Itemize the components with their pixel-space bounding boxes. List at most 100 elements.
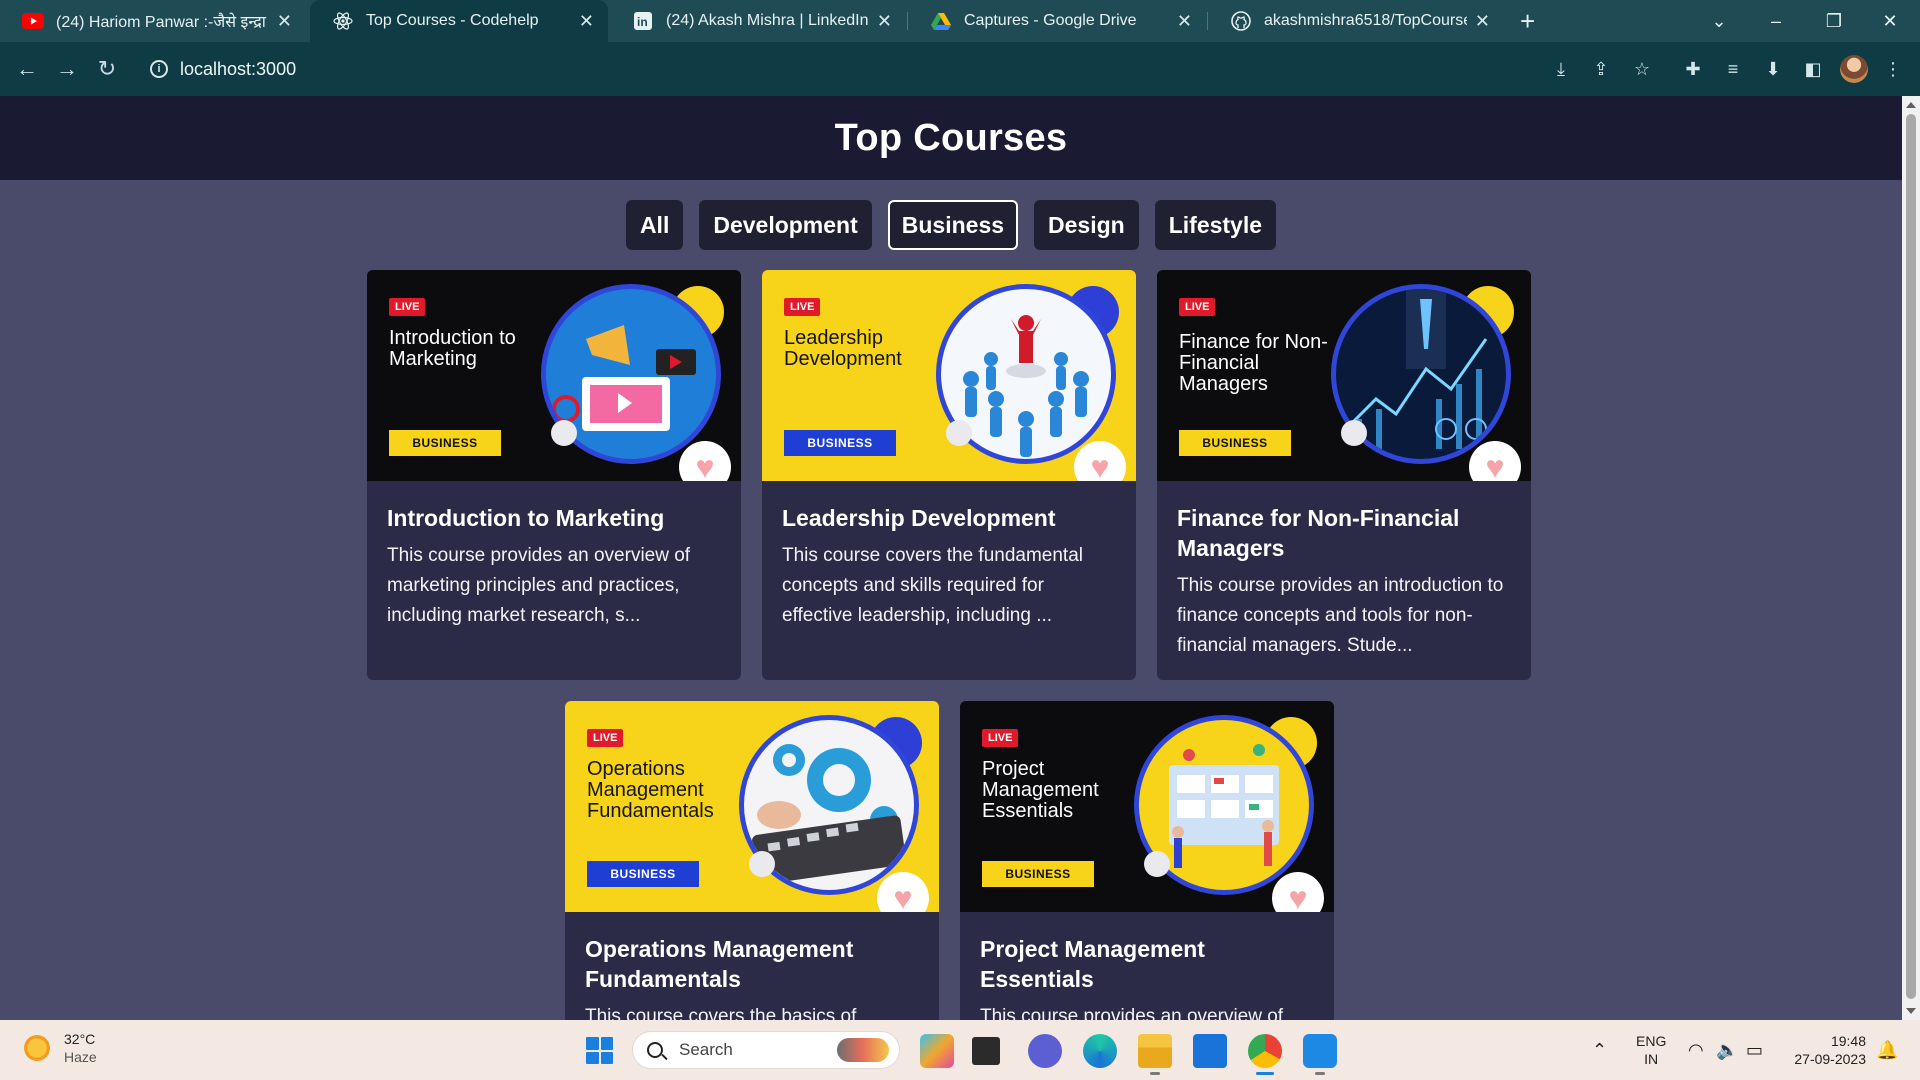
like-heart-button[interactable]: ♥ (679, 441, 731, 481)
course-thumbnail: LIVE Operations Management Fundamentals … (565, 701, 939, 912)
close-icon[interactable]: ✕ (579, 11, 594, 32)
forward-button[interactable]: → (50, 52, 84, 86)
card-body: Operations Management Fundamentals This … (565, 912, 939, 1020)
profile-avatar[interactable] (1840, 55, 1868, 83)
reading-list-icon[interactable]: ≡ (1718, 54, 1748, 84)
scrollbar-thumb[interactable] (1906, 114, 1916, 999)
tab-search-chevron-icon[interactable]: ⌄ (1695, 0, 1743, 42)
browser-toolbar: ← → ↻ i localhost:3000 ⤓ ⇪ ☆ ✚ ≡ ⬇ ◧ ⋮ (0, 42, 1920, 96)
search-icon (647, 1042, 663, 1058)
task-view-icon[interactable] (972, 1037, 1000, 1065)
mail-icon[interactable] (1193, 1034, 1227, 1068)
edge-browser-icon[interactable] (1083, 1034, 1117, 1068)
share-icon[interactable]: ⇪ (1586, 54, 1616, 84)
window-close-button[interactable]: ✕ (1866, 0, 1914, 42)
github-icon (1230, 10, 1252, 32)
taskbar-search-box[interactable]: Search (632, 1031, 900, 1069)
category-badge: BUSINESS (982, 861, 1094, 887)
reload-button[interactable]: ↻ (90, 52, 124, 86)
thumbnail-title: Finance for Non-Financial Managers (1179, 331, 1328, 395)
filter-development-button[interactable]: Development (699, 200, 872, 250)
live-badge: LIVE (389, 298, 426, 316)
close-icon[interactable]: ✕ (277, 11, 292, 32)
course-card: LIVE Finance for Non-Financial Managers … (1157, 270, 1531, 680)
tab-title: akashmishra6518/TopCourses (1264, 12, 1467, 29)
close-icon[interactable]: ✕ (1177, 11, 1192, 32)
bookmark-star-icon[interactable]: ☆ (1627, 54, 1657, 84)
wifi-icon[interactable]: ◠ (1688, 1020, 1704, 1080)
back-button[interactable]: ← (10, 52, 44, 86)
url-text: localhost:3000 (180, 58, 297, 79)
tab-github[interactable]: akashmishra6518/TopCourses ✕ (1208, 0, 1504, 42)
filter-design-button[interactable]: Design (1034, 200, 1139, 250)
side-panel-icon[interactable]: ◧ (1798, 54, 1828, 84)
close-icon[interactable]: ✕ (1475, 11, 1490, 32)
copilot-preview-icon[interactable] (920, 1034, 954, 1068)
youtube-icon (22, 10, 44, 32)
windows-start-icon[interactable] (586, 1037, 613, 1064)
react-icon (332, 10, 354, 32)
course-thumbnail: LIVE Project Management Essentials BUSIN… (960, 701, 1334, 912)
thumbnail-title: Introduction to Marketing (389, 327, 516, 370)
weather-widget[interactable]: 32°C Haze (22, 1030, 97, 1066)
page-scrollbar[interactable] (1902, 96, 1920, 1020)
scroll-up-arrow-icon[interactable] (1906, 102, 1916, 108)
card-body: Project Management Essentials This cours… (960, 912, 1334, 1020)
like-heart-button[interactable]: ♥ (1272, 872, 1324, 912)
search-highlight-art-icon (837, 1038, 889, 1062)
course-card: LIVE Introduction to Marketing BUSINESS … (367, 270, 741, 680)
like-heart-button[interactable]: ♥ (1469, 441, 1521, 481)
course-card: LIVE Project Management Essentials BUSIN… (960, 701, 1334, 1020)
course-description: This course provides an overview of proj… (980, 1006, 1284, 1020)
tab-youtube[interactable]: (24) Hariom Panwar :-जैसे इन्द्रा जी ✕ (0, 0, 306, 42)
course-title: Operations Management Fundamentals (585, 936, 854, 992)
tab-top-courses[interactable]: Top Courses - Codehelp ✕ (310, 0, 608, 42)
like-heart-button[interactable]: ♥ (877, 872, 929, 912)
language-indicator[interactable]: ENG IN (1636, 1020, 1666, 1080)
course-card: LIVE Operations Management Fundamentals … (565, 701, 939, 1020)
minimize-button[interactable]: – (1752, 0, 1800, 42)
page-viewport: Top Courses All Development Business Des… (0, 96, 1902, 1020)
taskbar-clock[interactable]: 19:48 27-09-2023 (1784, 1032, 1866, 1068)
scroll-down-arrow-icon[interactable] (1906, 1008, 1916, 1014)
live-badge: LIVE (982, 729, 1019, 747)
close-icon[interactable]: ✕ (877, 11, 892, 32)
site-info-icon[interactable]: i (150, 60, 168, 78)
course-description: This course provides an introduction to … (1177, 575, 1504, 656)
filter-business-button[interactable]: Business (887, 200, 1019, 250)
category-filter-bar: All Development Business Design Lifestyl… (0, 200, 1902, 250)
filter-lifestyle-button[interactable]: Lifestyle (1154, 200, 1277, 250)
clock-time: 19:48 (1830, 1033, 1866, 1049)
install-app-icon[interactable]: ⤓ (1546, 54, 1576, 84)
address-bar[interactable]: i localhost:3000 (138, 51, 1548, 87)
menu-kebab-icon[interactable]: ⋮ (1878, 54, 1908, 84)
svg-text:in: in (637, 15, 648, 29)
restore-button[interactable]: ❐ (1810, 0, 1858, 42)
file-explorer-icon[interactable] (1138, 1034, 1172, 1068)
tab-google-drive[interactable]: Captures - Google Drive ✕ (908, 0, 1206, 42)
tab-linkedin[interactable]: in (24) Akash Mishra | LinkedIn ✕ (610, 0, 906, 42)
filter-all-button[interactable]: All (625, 200, 684, 250)
battery-icon[interactable]: ▭ (1746, 1020, 1763, 1080)
live-badge: LIVE (587, 729, 624, 747)
linkedin-icon: in (632, 10, 654, 32)
like-heart-button[interactable]: ♥ (1074, 441, 1126, 481)
card-body: Introduction to Marketing This course pr… (367, 481, 741, 631)
category-badge: BUSINESS (1179, 430, 1291, 456)
course-thumbnail: LIVE Introduction to Marketing BUSINESS … (367, 270, 741, 481)
decor-dot (1144, 851, 1170, 877)
meet-chat-icon[interactable] (1028, 1034, 1062, 1068)
decor-dot (946, 420, 972, 446)
tray-chevron-up-icon[interactable]: ⌃ (1592, 1020, 1607, 1080)
volume-icon[interactable]: 🔈 (1716, 1020, 1738, 1080)
category-badge: BUSINESS (784, 430, 896, 456)
vscode-icon[interactable] (1303, 1034, 1337, 1068)
notification-bell-icon[interactable]: 🔔 (1876, 1020, 1898, 1080)
thumbnail-title: Leadership Development (784, 327, 902, 370)
weather-temp: 32°C (64, 1031, 96, 1047)
extensions-puzzle-icon[interactable]: ✚ (1678, 54, 1708, 84)
new-tab-button[interactable]: + (1520, 8, 1535, 34)
chrome-browser-icon[interactable] (1248, 1034, 1282, 1068)
downloads-icon[interactable]: ⬇ (1758, 54, 1788, 84)
card-body: Leadership Development This course cover… (762, 481, 1136, 631)
